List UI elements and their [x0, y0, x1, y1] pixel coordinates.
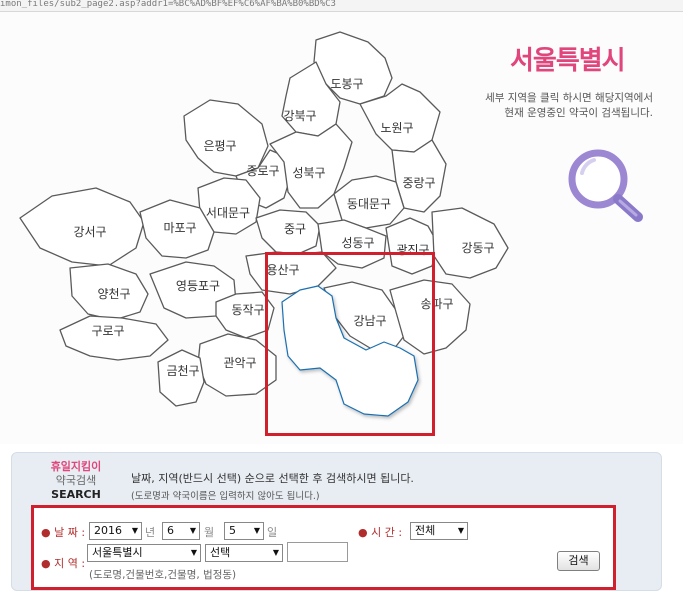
date-label-text: 날 짜 : — [54, 526, 86, 539]
bullet-icon: ● — [41, 557, 51, 570]
year-value: 2016 — [94, 524, 122, 537]
district-geumcheon[interactable] — [157, 349, 205, 407]
label-jongno: 종로구 — [246, 164, 279, 178]
city-value: 서울특별시 — [92, 546, 143, 559]
label-mapo: 마포구 — [163, 221, 196, 235]
search-guide-note: (도로명과 약국이름은 입력하지 않아도 됩니다.) — [131, 491, 320, 502]
region-label: ● 지 역 : — [41, 555, 85, 571]
label-seongdong: 성동구 — [341, 236, 374, 250]
search-guide: 날짜, 지역(반드시 선택) 순으로 선택한 후 검색하시면 됩니다. — [131, 472, 414, 485]
brand-title: 휴일지킴이 — [50, 460, 102, 473]
city-title: 서울특별시 — [510, 46, 626, 76]
date-label: ● 날 짜 : — [41, 524, 85, 540]
day-value: 5 — [229, 524, 236, 537]
label-yeongdeungpo: 영등포구 — [176, 279, 220, 293]
district-guro[interactable] — [59, 315, 169, 361]
search-button[interactable]: 검색 — [557, 551, 600, 571]
triangle-down-icon: ▼ — [131, 526, 138, 535]
selected-district-highlight — [265, 252, 435, 436]
label-seodaemun: 서대문구 — [206, 206, 250, 220]
year-select[interactable]: 2016 ▼ — [89, 522, 142, 540]
label-guro: 구로구 — [91, 324, 124, 338]
city-select[interactable]: 서울특별시 ▼ — [87, 544, 201, 562]
label-jung: 중구 — [284, 222, 306, 236]
time-value: 전체 — [415, 524, 436, 537]
region-label-text: 지 역 : — [54, 557, 86, 570]
road-name-input[interactable] — [287, 542, 348, 562]
triangle-down-icon: ▼ — [190, 548, 197, 557]
triangle-down-icon: ▼ — [457, 526, 464, 535]
district-value: 선택 — [210, 546, 231, 559]
brand-subtitle: 약국검색 — [55, 474, 97, 487]
triangle-down-icon: ▼ — [253, 526, 260, 535]
road-name-hint: (도로명,건물번호,건물명, 법정동) — [89, 569, 237, 581]
triangle-down-icon: ▼ — [272, 548, 279, 557]
brand-search-word: SEARCH — [51, 488, 101, 501]
label-jungnang: 중랑구 — [402, 176, 435, 190]
triangle-down-icon: ▼ — [189, 526, 196, 535]
label-seongbuk: 성북구 — [292, 166, 325, 180]
year-unit: 년 — [145, 526, 156, 539]
search-brand: 휴일지킴이 약국검색 SEARCH — [28, 460, 124, 502]
label-nowon: 노원구 — [380, 121, 413, 135]
day-select[interactable]: 5 ▼ — [224, 522, 264, 540]
browser-url-bar: imon_files/sub2_page2.asp?addr1=%BC%AD%B… — [0, 0, 683, 12]
description-line-1: 세부 지역을 클릭 하시면 해당지역에서 — [485, 92, 653, 104]
label-yangcheon: 양천구 — [97, 286, 130, 301]
time-label: ● 시 간 : — [358, 524, 402, 540]
label-gangseo: 강서구 — [73, 225, 106, 239]
description-line-2: 현재 운영중인 약국이 검색됩니다. — [504, 107, 653, 119]
day-unit: 일 — [267, 526, 278, 539]
bullet-icon: ● — [41, 526, 51, 539]
label-gangbuk: 강북구 — [283, 109, 316, 123]
time-select[interactable]: 전체 ▼ — [410, 522, 468, 540]
label-eunpyeong: 은평구 — [203, 139, 236, 153]
month-unit: 월 — [204, 526, 215, 539]
label-geumcheon: 금천구 — [166, 363, 199, 378]
time-label-text: 시 간 : — [371, 526, 403, 539]
bullet-icon: ● — [358, 526, 368, 539]
month-value: 6 — [167, 524, 174, 537]
label-dongjak: 동작구 — [231, 303, 264, 317]
magnifier-icon — [568, 149, 643, 222]
district-select[interactable]: 선택 ▼ — [205, 544, 283, 562]
month-select[interactable]: 6 ▼ — [162, 522, 200, 540]
label-gangdong: 강동구 — [461, 241, 494, 255]
label-dongdaemun: 동대문구 — [347, 197, 391, 211]
label-dobong: 도봉구 — [330, 77, 363, 91]
city-description: 세부 지역을 클릭 하시면 해당지역에서 현재 운영중인 약국이 검색됩니다. — [423, 91, 653, 121]
label-gwanak: 관악구 — [223, 356, 256, 370]
